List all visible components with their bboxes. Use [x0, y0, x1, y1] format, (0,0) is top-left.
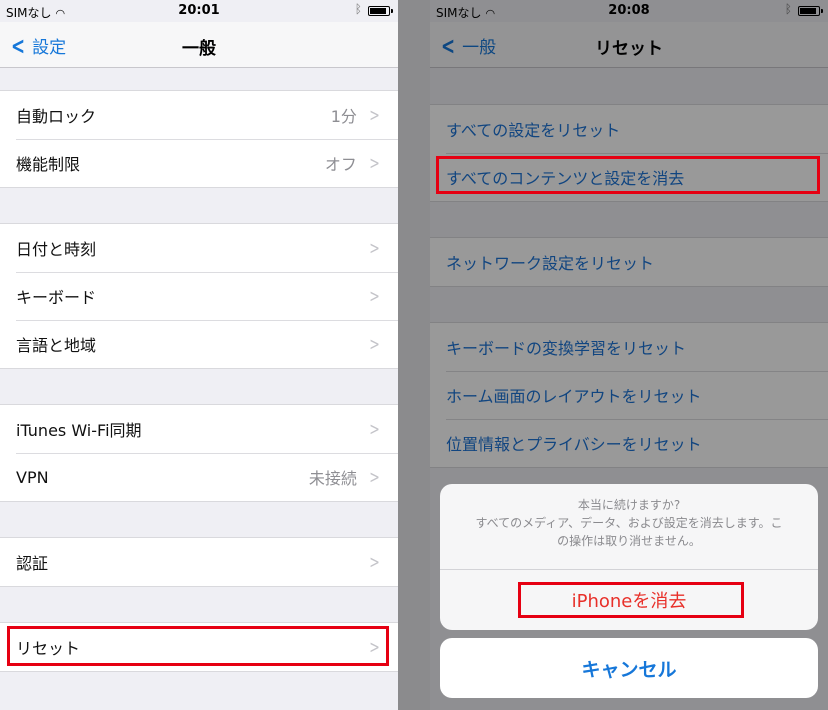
- screen-divider: [398, 0, 430, 710]
- row-label: キーボード: [16, 288, 97, 307]
- row-label: VPN: [16, 467, 49, 487]
- row-keyboard[interactable]: キーボード >: [0, 272, 398, 320]
- row-value: オフ: [324, 155, 357, 174]
- chevron-right-icon: >: [369, 285, 380, 307]
- chevron-right-icon: >: [369, 551, 380, 573]
- chevron-right-icon: >: [369, 466, 380, 488]
- row-label: 機能制限: [16, 155, 81, 174]
- bluetooth-icon: ᛒ: [354, 2, 362, 16]
- chevron-right-icon: >: [369, 418, 380, 440]
- row-label: リセット: [16, 639, 81, 658]
- message-body-line2: の操作は取り消せません。: [557, 534, 701, 548]
- general-settings-screen: SIMなし ◠ 20:01 ᛒ < 設定 一般 自動ロック 1分 > 機能制限 オ…: [0, 0, 398, 710]
- reset-screen: SIMなし ◠ 20:08 ᛒ < 一般 リセット すべての設定をリセット すべて…: [430, 0, 828, 710]
- row-label: 自動ロック: [16, 107, 97, 126]
- row-label: iTunes Wi-Fi同期: [16, 421, 142, 440]
- chevron-right-icon: >: [369, 333, 380, 355]
- row-date-time[interactable]: 日付と時刻 >: [0, 224, 398, 272]
- row-vpn[interactable]: VPN 未接続 >: [0, 453, 398, 501]
- page-title: 一般: [182, 39, 216, 59]
- message-body-line1: すべてのメディア、データ、および設定を消去します。こ: [475, 516, 783, 530]
- chevron-right-icon: >: [369, 636, 380, 658]
- battery-icon: [368, 6, 393, 16]
- chevron-right-icon: >: [369, 237, 380, 259]
- row-certification[interactable]: 認証 >: [0, 538, 398, 586]
- chevron-right-icon: >: [369, 152, 380, 174]
- navigation-bar: < 設定 一般: [0, 22, 398, 68]
- settings-group-5: リセット >: [0, 622, 398, 672]
- chevron-right-icon: >: [369, 104, 380, 126]
- row-value: 1分: [330, 107, 357, 126]
- row-label: 言語と地域: [16, 336, 97, 355]
- row-reset[interactable]: リセット >: [0, 623, 398, 671]
- action-sheet-message: 本当に続けますか? すべてのメディア、データ、および設定を消去します。こ の操作…: [440, 484, 818, 570]
- row-itunes-wifi-sync[interactable]: iTunes Wi-Fi同期 >: [0, 405, 398, 453]
- clock: 20:01: [178, 3, 220, 18]
- row-restrictions[interactable]: 機能制限 オフ >: [0, 139, 398, 187]
- row-label: 日付と時刻: [16, 240, 97, 259]
- settings-group-4: 認証 >: [0, 537, 398, 587]
- row-auto-lock[interactable]: 自動ロック 1分 >: [0, 91, 398, 139]
- settings-group-2: 日付と時刻 > キーボード > 言語と地域 >: [0, 223, 398, 369]
- erase-iphone-button[interactable]: iPhoneを消去: [440, 570, 818, 630]
- cancel-button[interactable]: キャンセル: [440, 638, 818, 698]
- action-sheet: 本当に続けますか? すべてのメディア、データ、および設定を消去します。こ の操作…: [440, 484, 818, 630]
- row-label: 認証: [16, 554, 49, 573]
- message-title: 本当に続けますか?: [577, 498, 681, 512]
- row-language-region[interactable]: 言語と地域 >: [0, 320, 398, 368]
- status-bar: SIMなし ◠ 20:01 ᛒ: [0, 0, 398, 22]
- settings-group-3: iTunes Wi-Fi同期 > VPN 未接続 >: [0, 404, 398, 502]
- settings-group-1: 自動ロック 1分 > 機能制限 オフ >: [0, 90, 398, 188]
- row-value: 未接続: [308, 469, 357, 488]
